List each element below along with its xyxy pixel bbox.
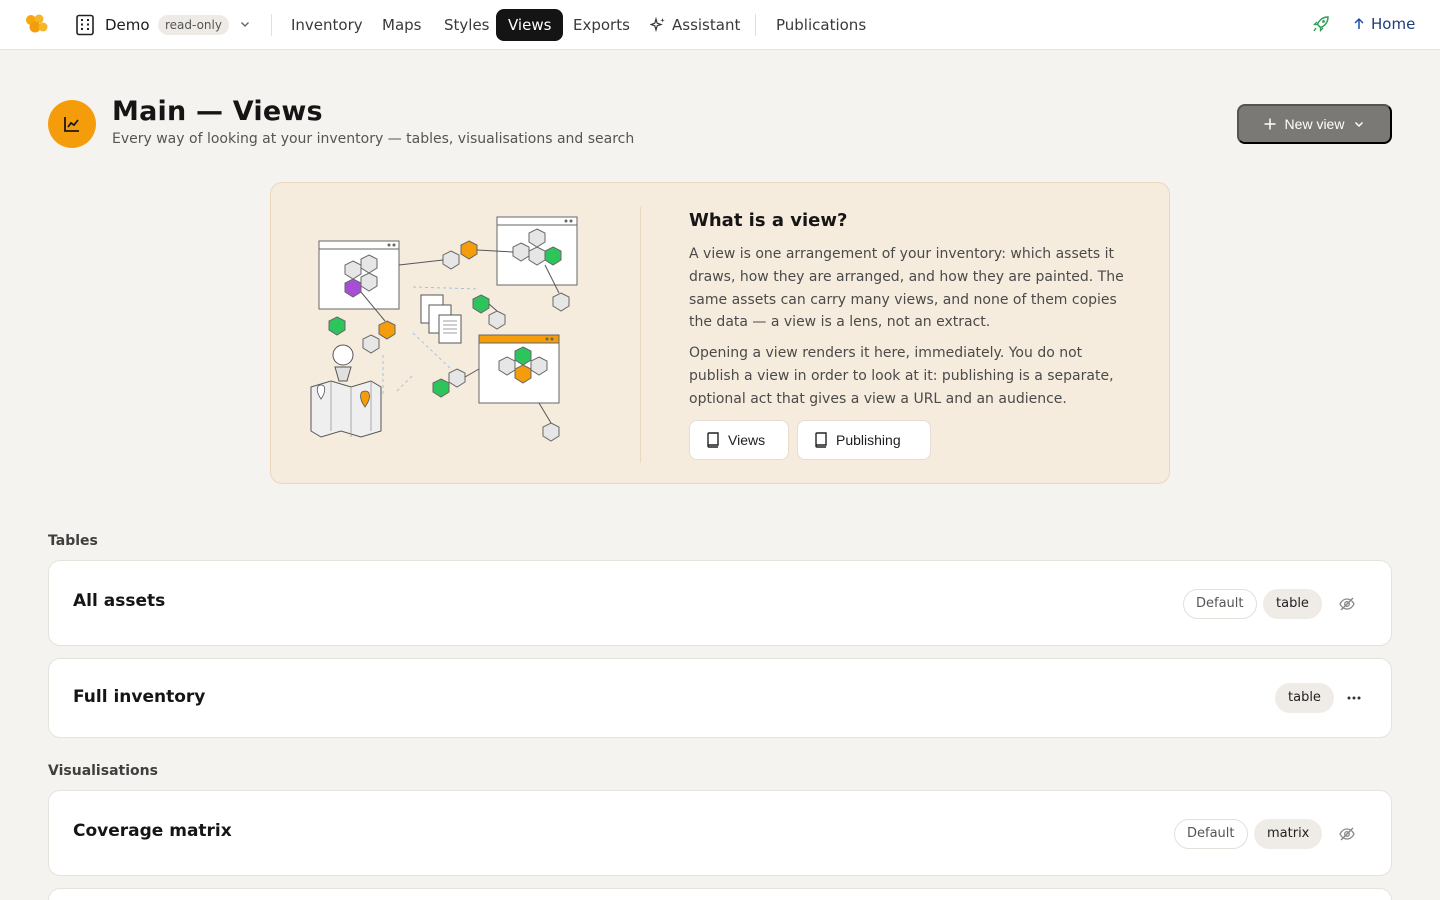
page-title: Main — Views [112, 96, 323, 127]
nav-views[interactable]: Views [496, 9, 564, 41]
info-heading: What is a view? [689, 210, 848, 231]
building-icon[interactable] [75, 14, 95, 36]
what-is-a-view-card: What is a view? A view is one arrangemen… [270, 182, 1170, 484]
chevron-down-icon [1355, 121, 1364, 128]
view-row-title[interactable]: Full inventory [73, 687, 205, 707]
new-view-label: New view [1284, 116, 1345, 132]
page-subtitle: Every way of looking at your inventory —… [112, 131, 635, 147]
workspace-name[interactable]: Demo [105, 16, 150, 34]
eye-off-icon[interactable] [1338, 595, 1356, 613]
view-row[interactable] [48, 888, 1392, 900]
info-paragraph-2: Opening a view renders it here, immediat… [689, 345, 1114, 407]
book-icon [815, 432, 827, 448]
views-illustration [310, 216, 578, 442]
view-row-title[interactable]: Coverage matrix [73, 821, 232, 841]
top-bar: Demo read-only Inventory Maps Styles Vie… [0, 0, 1440, 50]
view-row-title[interactable]: All assets [73, 591, 165, 611]
views-docs-label: Views [728, 432, 766, 448]
rocket-icon[interactable] [1312, 15, 1330, 33]
nav-styles[interactable]: Styles [432, 9, 502, 41]
views-docs-button[interactable]: Views [689, 420, 789, 460]
nav-divider [271, 14, 272, 36]
view-row[interactable]: All assets Default table [48, 560, 1392, 646]
default-badge: Default [1183, 589, 1257, 619]
section-label-visualisations: Visualisations [48, 763, 158, 779]
views-page-icon [48, 100, 96, 148]
publishing-docs-button[interactable]: Publishing [797, 420, 931, 460]
home-link[interactable]: Home [1352, 15, 1415, 33]
nav-maps[interactable]: Maps [370, 9, 433, 41]
view-row[interactable]: Coverage matrix Default matrix [48, 790, 1392, 876]
nav-assistant-label: Assistant [672, 16, 741, 34]
nav-assistant[interactable]: Assistant [638, 9, 752, 41]
book-icon [707, 432, 719, 448]
section-label-tables: Tables [48, 533, 98, 549]
nav-exports[interactable]: Exports [561, 9, 642, 41]
info-paragraph-1: A view is one arrangement of your invent… [689, 246, 1124, 331]
plus-icon [1264, 118, 1276, 130]
default-badge: Default [1174, 819, 1248, 849]
app-logo-icon[interactable] [24, 14, 50, 36]
read-only-badge: read-only [158, 15, 229, 35]
nav-publications[interactable]: Publications [764, 9, 878, 41]
chevron-down-icon[interactable] [238, 17, 252, 31]
publishing-docs-label: Publishing [836, 432, 901, 448]
nav-inventory[interactable]: Inventory [279, 9, 375, 41]
card-divider [640, 207, 641, 463]
new-view-button[interactable]: New view [1237, 104, 1392, 144]
chart-icon [64, 117, 79, 132]
view-row[interactable]: Full inventory table [48, 658, 1392, 738]
nav-divider [755, 14, 756, 36]
home-link-label: Home [1371, 15, 1416, 33]
more-icon[interactable] [1345, 689, 1363, 707]
arrow-up-icon [1354, 17, 1364, 29]
sparkle-icon [650, 17, 665, 33]
view-type-badge: table [1263, 589, 1322, 619]
view-type-badge: table [1275, 683, 1334, 713]
eye-off-icon[interactable] [1338, 825, 1356, 843]
view-type-badge: matrix [1254, 819, 1323, 849]
